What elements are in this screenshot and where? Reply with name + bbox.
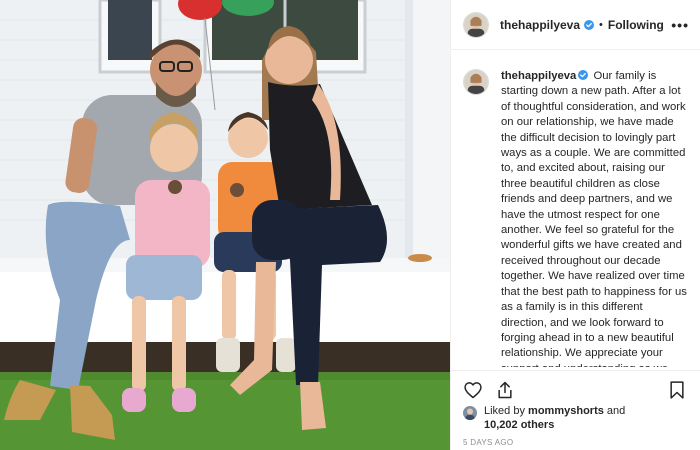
verified-badge-icon — [578, 70, 589, 80]
post-photo[interactable] — [0, 0, 450, 450]
family-photo — [0, 0, 450, 450]
post-caption: thehappilyeva Our family is starting dow… — [501, 69, 689, 367]
caption-author-avatar[interactable] — [463, 69, 489, 95]
share-icon[interactable] — [495, 380, 517, 402]
post-timestamp[interactable]: 5 DAYS AGO — [463, 438, 513, 447]
likes-count[interactable]: 10,202 others — [484, 419, 554, 431]
post-side-panel: thehappilyeva • Following ••• thehappily… — [450, 0, 700, 450]
liker-username[interactable]: mommyshorts — [528, 405, 604, 417]
caption-username[interactable]: thehappilyeva — [501, 70, 576, 82]
bookmark-icon[interactable] — [667, 380, 689, 402]
likes-summary: Liked by mommyshorts and 10,202 others — [463, 404, 693, 432]
separator-dot: • — [599, 18, 603, 31]
more-options-icon[interactable]: ••• — [671, 17, 689, 33]
likes-conjunction: and — [606, 405, 626, 417]
caption-area: thehappilyeva Our family is starting dow… — [451, 57, 700, 367]
heart-icon[interactable] — [463, 380, 485, 402]
caption-text: Our family is starting down a new path. … — [501, 70, 687, 367]
verified-badge-icon — [584, 19, 595, 30]
author-username[interactable]: thehappilyeva — [500, 18, 580, 32]
likes-prefix: Liked by — [484, 405, 525, 417]
author-avatar[interactable] — [463, 11, 489, 38]
liker-avatar[interactable] — [463, 406, 477, 420]
post-header: thehappilyeva • Following ••• — [451, 0, 700, 50]
following-button[interactable]: Following — [608, 18, 664, 32]
